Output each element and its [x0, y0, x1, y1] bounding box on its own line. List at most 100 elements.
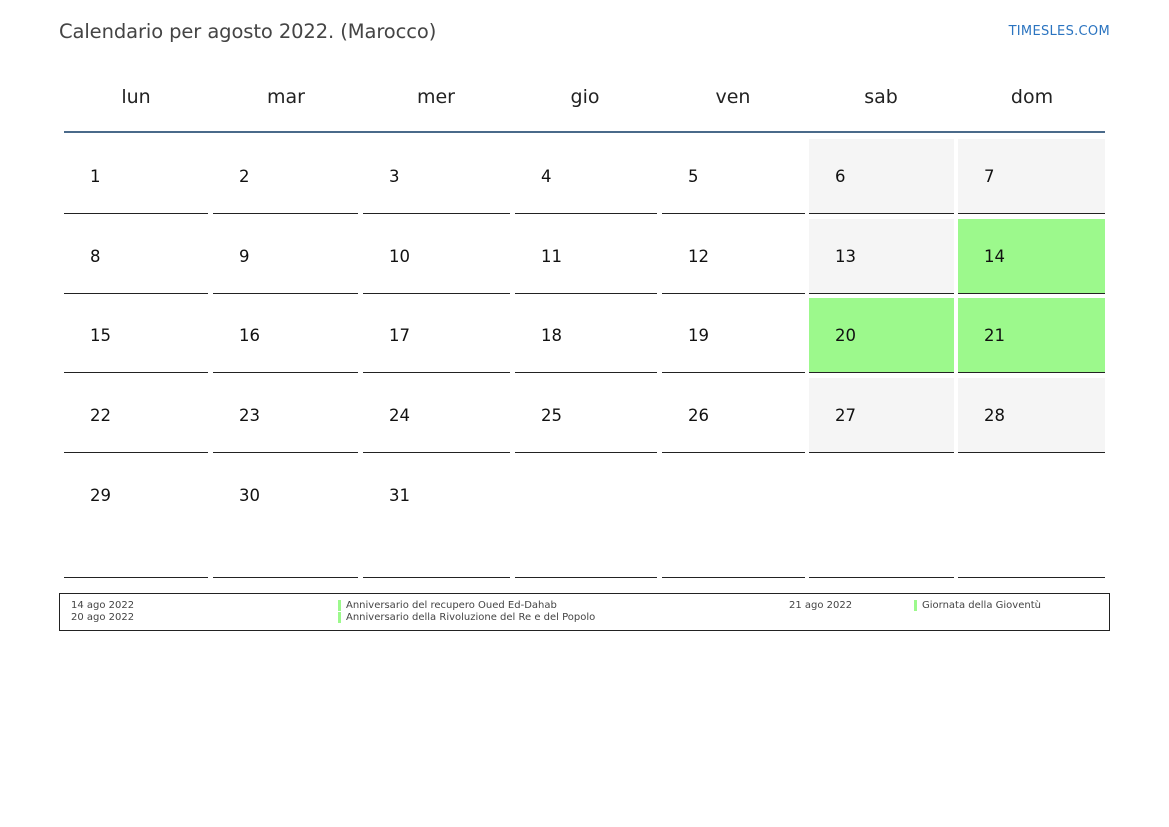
day-cell-22[interactable]: 22 [64, 378, 208, 453]
day-number: 19 [688, 326, 709, 345]
cell-underline [958, 372, 1105, 373]
day-number: 5 [688, 167, 699, 186]
day-cell-31[interactable]: 31 [363, 458, 510, 578]
day-number: 15 [90, 326, 111, 345]
weekday-header-lun: lun [121, 86, 151, 108]
day-number: 29 [90, 486, 111, 505]
day-cell-4[interactable]: 4 [515, 139, 657, 214]
cell-underline [809, 293, 954, 294]
cell-underline [213, 213, 358, 214]
day-cell-29[interactable]: 29 [64, 458, 208, 578]
day-cell-15[interactable]: 15 [64, 298, 208, 373]
day-number: 4 [541, 167, 552, 186]
day-cell-6[interactable]: 6 [809, 139, 954, 214]
cell-underline [64, 577, 208, 578]
day-cell-8[interactable]: 8 [64, 219, 208, 294]
brand-link[interactable]: TIMESLES.COM [1009, 24, 1110, 39]
legend-color-bar [914, 600, 917, 611]
weekday-header-mer: mer [416, 86, 455, 108]
day-cell-10[interactable]: 10 [363, 219, 510, 294]
day-cell-26[interactable]: 26 [662, 378, 805, 453]
day-cell-12[interactable]: 12 [662, 219, 805, 294]
weekday-header-sab: sab [864, 86, 898, 108]
empty-day-cell [662, 458, 805, 578]
day-cell-19[interactable]: 19 [662, 298, 805, 373]
legend-holiday-name: Giornata della Gioventù [922, 600, 1041, 611]
day-number: 6 [835, 167, 846, 186]
legend-date: 20 ago 2022 [71, 612, 135, 623]
legend-color-bar [338, 600, 341, 611]
legend-holiday-name: Anniversario della Rivoluzione del Re e … [346, 612, 596, 623]
day-number: 21 [984, 326, 1005, 345]
day-cell-7[interactable]: 7 [958, 139, 1105, 214]
day-cell-21[interactable]: 21 [958, 298, 1105, 373]
cell-underline [64, 452, 208, 453]
weekday-header-ven: ven [715, 86, 751, 108]
day-number: 18 [541, 326, 562, 345]
cell-underline [958, 213, 1105, 214]
day-number: 14 [984, 247, 1005, 266]
day-cell-9[interactable]: 9 [213, 219, 358, 294]
cell-underline [809, 452, 954, 453]
day-number: 7 [984, 167, 995, 186]
day-number: 24 [389, 406, 410, 425]
day-cell-2[interactable]: 2 [213, 139, 358, 214]
empty-day-cell [958, 458, 1105, 578]
day-cell-20[interactable]: 20 [809, 298, 954, 373]
day-cell-24[interactable]: 24 [363, 378, 510, 453]
day-number: 23 [239, 406, 260, 425]
day-number: 12 [688, 247, 709, 266]
day-cell-3[interactable]: 3 [363, 139, 510, 214]
cell-underline [958, 293, 1105, 294]
cell-underline [363, 372, 510, 373]
day-cell-13[interactable]: 13 [809, 219, 954, 294]
day-cell-5[interactable]: 5 [662, 139, 805, 214]
day-cell-18[interactable]: 18 [515, 298, 657, 373]
cell-underline [213, 577, 358, 578]
day-number: 16 [239, 326, 260, 345]
day-cell-30[interactable]: 30 [213, 458, 358, 578]
cell-underline [64, 213, 208, 214]
day-number: 17 [389, 326, 410, 345]
day-number: 8 [90, 247, 101, 266]
cell-underline [363, 213, 510, 214]
cell-underline [958, 452, 1105, 453]
day-cell-16[interactable]: 16 [213, 298, 358, 373]
weekday-header-gio: gio [570, 86, 600, 108]
cell-underline [662, 372, 805, 373]
day-cell-23[interactable]: 23 [213, 378, 358, 453]
cell-underline [213, 372, 358, 373]
page-title: Calendario per agosto 2022. (Marocco) [59, 20, 437, 43]
day-cell-28[interactable]: 28 [958, 378, 1105, 453]
cell-underline [64, 372, 208, 373]
cell-underline [213, 293, 358, 294]
day-cell-17[interactable]: 17 [363, 298, 510, 373]
cell-underline [809, 372, 954, 373]
day-number: 26 [688, 406, 709, 425]
day-number: 1 [90, 167, 101, 186]
day-number: 27 [835, 406, 856, 425]
day-cell-14[interactable]: 14 [958, 219, 1105, 294]
cell-underline [363, 577, 510, 578]
cell-underline [809, 213, 954, 214]
empty-day-cell [515, 458, 657, 578]
legend-date: 14 ago 2022 [71, 600, 135, 611]
cell-underline [64, 293, 208, 294]
day-cell-1[interactable]: 1 [64, 139, 208, 214]
cell-underline [515, 293, 657, 294]
cell-underline [662, 293, 805, 294]
cell-underline [662, 452, 805, 453]
day-number: 30 [239, 486, 260, 505]
cell-underline [363, 293, 510, 294]
day-number: 25 [541, 406, 562, 425]
cell-underline [213, 452, 358, 453]
cell-underline [515, 452, 657, 453]
day-cell-11[interactable]: 11 [515, 219, 657, 294]
cell-underline [363, 452, 510, 453]
cell-underline [515, 577, 657, 578]
cell-underline [809, 577, 954, 578]
legend-date: 21 ago 2022 [789, 600, 853, 611]
day-number: 2 [239, 167, 250, 186]
day-cell-27[interactable]: 27 [809, 378, 954, 453]
day-cell-25[interactable]: 25 [515, 378, 657, 453]
